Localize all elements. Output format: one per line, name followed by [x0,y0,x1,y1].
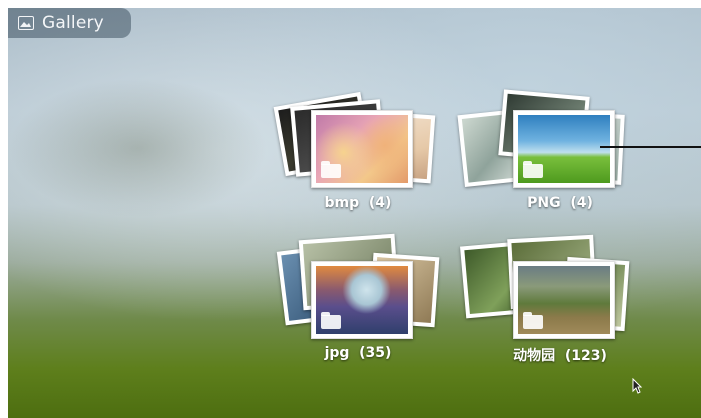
folder-icon [523,312,543,329]
folder-icon [321,312,341,329]
album-jpg-cover-photo [311,261,413,339]
album-zoo-cover-photo [513,261,615,339]
album-jpg-label: jpg (35) [324,345,392,361]
album-png[interactable]: PNG (4) [453,89,625,223]
album-png-cover-photo [513,110,615,188]
mouse-pointer-icon [632,377,643,398]
gallery-app-button[interactable]: Gallery [8,8,131,38]
album-jpg[interactable]: jpg (35) [273,233,443,363]
folder-icon [321,161,341,178]
album-bmp-cover-photo [311,110,413,188]
folder-icon [523,161,543,178]
picture-icon [18,16,34,30]
album-png-label: PNG (4) [527,195,593,211]
app-title: Gallery [42,13,104,33]
edge-line [600,146,701,148]
album-zoo-label: 动物园 (123) [513,348,607,364]
album-zoo[interactable]: 动物园 (123) [453,233,630,364]
gallery-screen: Gallery bmp (4) PNG (4) jpg (35) 动物园 (12… [8,8,701,418]
album-bmp-label: bmp (4) [324,195,392,211]
album-bmp[interactable]: bmp (4) [273,91,443,223]
